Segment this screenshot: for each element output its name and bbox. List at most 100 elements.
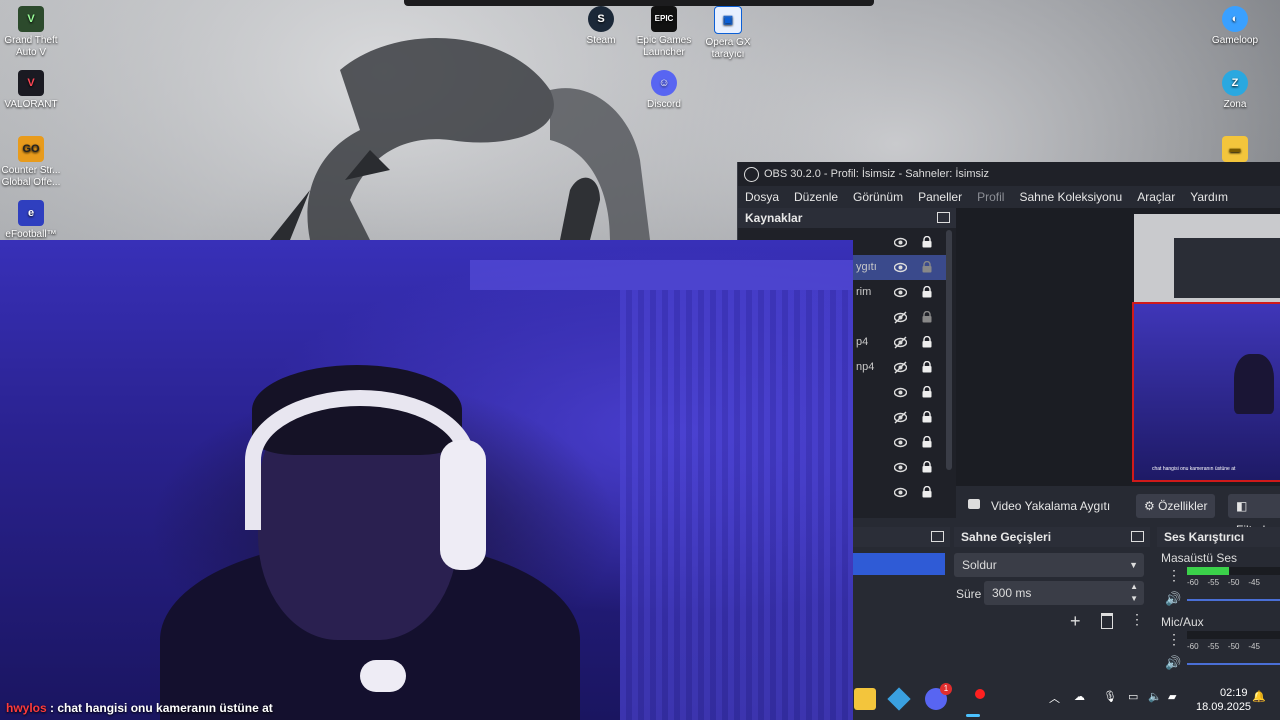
eye-icon[interactable] [893, 486, 908, 499]
obs-logo-icon [744, 167, 759, 182]
menu-paneller[interactable]: Paneller [918, 186, 962, 208]
menu-duzenle[interactable]: Düzenle [794, 186, 838, 208]
meter-fill [1187, 567, 1230, 575]
record-dot [975, 689, 985, 699]
efootball-icon: e [18, 200, 44, 226]
ceiling-light [470, 260, 853, 290]
menu-profil[interactable]: Profil [977, 186, 1004, 208]
menu-gorunum[interactable]: Görünüm [853, 186, 903, 208]
more-options-icon[interactable]: ⋮ [1167, 631, 1181, 648]
file-explorer-icon[interactable] [854, 688, 876, 710]
trash-icon[interactable] [1101, 613, 1113, 629]
epic-games-icon: EPIC [651, 6, 677, 32]
mixer-dock-header: Ses Karıştırıcı [1157, 527, 1280, 547]
lock-icon[interactable] [922, 360, 932, 373]
notification-badge: 1 [940, 683, 952, 695]
chat-separator: : [50, 701, 55, 715]
sources-dock-header: Kaynaklar [738, 208, 956, 228]
record-icon[interactable] [972, 686, 988, 702]
spinner-icon[interactable]: ▲ ▼ [1130, 581, 1138, 605]
lock-icon[interactable] [922, 485, 932, 498]
desktop-icon-folder[interactable]: ▬ [1198, 136, 1272, 165]
eye-slash-icon[interactable] [893, 361, 908, 374]
volume-meter [1187, 631, 1280, 639]
dock-float-icon[interactable] [937, 212, 950, 223]
filters-button[interactable]: ◧ Filtrel [1228, 494, 1280, 537]
lock-icon[interactable] [922, 410, 932, 423]
stream-chat-message: hwylos : chat hangisi onu kameranın üstü… [6, 701, 273, 715]
discord-icon: ☺ [651, 70, 677, 96]
duration-label: Süre [956, 587, 982, 601]
menu-dosya[interactable]: Dosya [745, 186, 779, 208]
zona-icon: Z [1222, 70, 1248, 96]
gameloop-icon: ◐ [1222, 6, 1248, 32]
preview-webcam-source[interactable]: chat hangisi onu kameranın üstüne at [1132, 302, 1280, 482]
microphone-icon[interactable]: 🎙 [1103, 690, 1117, 703]
eye-slash-icon[interactable] [893, 336, 908, 349]
preview-nested-obs [1174, 238, 1280, 298]
headset-mic [360, 660, 406, 692]
active-app-indicator [966, 714, 980, 717]
lock-icon[interactable] [922, 235, 932, 248]
add-transition-button[interactable]: + [1070, 611, 1081, 632]
desktop-icon-zona[interactable]: Z Zona [1198, 70, 1272, 111]
duration-input[interactable]: 300 ms ▲ ▼ [984, 581, 1144, 605]
desktop-icon-discord[interactable]: ☺ Discord [627, 70, 701, 111]
volume-slider[interactable] [1187, 663, 1280, 665]
desktop-icon-valorant[interactable]: V VALORANT [0, 70, 68, 111]
lock-icon[interactable] [922, 435, 932, 448]
menu-sahne-koleksiyonu[interactable]: Sahne Koleksiyonu [1019, 186, 1122, 208]
lock-icon[interactable] [922, 335, 932, 348]
obs-title-bar[interactable]: OBS 30.2.0 - Profil: İsimsiz - Sahneler:… [738, 162, 1280, 186]
taskbar-date[interactable]: 18.09.2025 [1196, 701, 1251, 713]
program-preview[interactable]: chat hangisi onu kameranın üstüne at [956, 208, 1280, 486]
desktop-icon-opera[interactable]: ▣ Opera GX tarayıcı [691, 6, 765, 61]
filter-icon: ◧ [1236, 499, 1248, 513]
gta-icon: V [18, 6, 44, 32]
properties-button[interactable]: ⚙ Özellikler [1136, 494, 1216, 518]
unlock-icon[interactable] [922, 260, 932, 273]
volume-meter [1187, 567, 1280, 575]
dock-float-icon[interactable] [931, 531, 944, 542]
eye-icon[interactable] [893, 286, 908, 299]
sources-scrollbar[interactable] [946, 230, 952, 470]
unlock-icon[interactable] [922, 310, 932, 323]
more-options-icon[interactable]: ⋮ [1167, 567, 1181, 584]
menu-yardim[interactable]: Yardım [1190, 186, 1228, 208]
tray-chevron-up-icon[interactable]: ︿ [1049, 690, 1060, 706]
lock-icon[interactable] [922, 385, 932, 398]
more-options-icon[interactable]: ⋮ [1130, 611, 1144, 628]
chevron-down-icon: ▼ [1129, 560, 1138, 570]
taskbar-time[interactable]: 02:19 [1220, 687, 1248, 699]
lock-icon[interactable] [922, 285, 932, 298]
desktop-icon-gameloop[interactable]: ◐ Gameloop [1198, 6, 1272, 47]
folder-icon: ▬ [1222, 136, 1248, 162]
eye-icon[interactable] [893, 236, 908, 249]
lock-icon[interactable] [922, 460, 932, 473]
eye-slash-icon[interactable] [893, 311, 908, 324]
volume-slider[interactable] [1187, 599, 1280, 601]
eye-icon[interactable] [893, 386, 908, 399]
volume-icon[interactable]: 🔈 [1148, 690, 1162, 703]
selected-source-name: Video Yakalama Aygıtı [991, 499, 1111, 513]
desktop-icon-csgo[interactable]: GO Counter Str... Global Offe... [0, 136, 68, 189]
webcam-feed [0, 240, 853, 720]
desktop-icon-gta[interactable]: V Grand Theft Auto V [0, 6, 68, 59]
dock-float-icon[interactable] [1131, 531, 1144, 542]
eye-icon[interactable] [893, 461, 908, 474]
transition-select[interactable]: Soldur ▼ [954, 553, 1144, 577]
menu-araclar[interactable]: Araçlar [1137, 186, 1175, 208]
eye-icon[interactable] [893, 436, 908, 449]
source-label: ygıtı [856, 261, 877, 273]
eye-slash-icon[interactable] [893, 411, 908, 424]
taskbar-discord-icon[interactable]: 1 [925, 683, 952, 710]
desktop-icon-epic[interactable]: EPIC Epic Games Launcher [627, 6, 701, 59]
desktop-icon-efootball[interactable]: e eFootball™ [0, 200, 68, 241]
speaker-icon[interactable]: 🔊 [1165, 655, 1181, 671]
eye-icon[interactable] [893, 261, 908, 274]
battery-icon[interactable]: ▰ [1168, 690, 1176, 703]
notification-icon[interactable]: 🔔 [1252, 690, 1266, 703]
cloud-icon[interactable]: ☁ [1074, 690, 1085, 703]
display-icon[interactable]: ▭ [1128, 690, 1138, 703]
speaker-icon[interactable]: 🔊 [1165, 591, 1181, 607]
